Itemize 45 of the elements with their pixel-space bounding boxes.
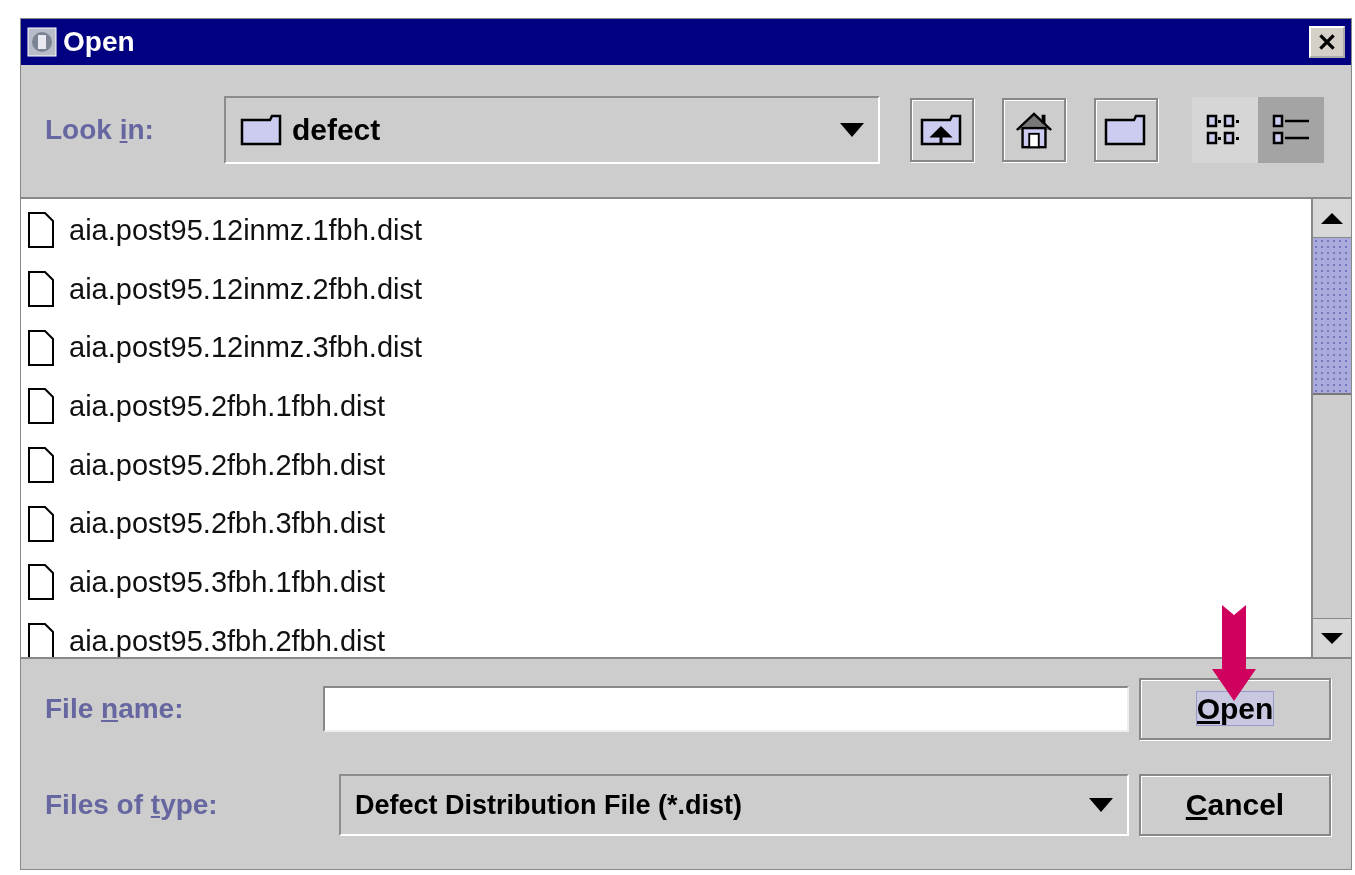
- down-arrow-icon: [1321, 632, 1343, 644]
- close-button[interactable]: [1309, 26, 1345, 58]
- file-name-field[interactable]: [323, 686, 1129, 732]
- file-item[interactable]: aia.post95.2fbh.1fbh.dist: [69, 391, 385, 421]
- app-icon: [27, 27, 57, 57]
- scroll-thumb[interactable]: [1313, 238, 1351, 395]
- scroll-down-button[interactable]: [1313, 618, 1351, 657]
- file-name-label: File name:: [45, 693, 185, 725]
- new-folder-button[interactable]: [1093, 98, 1158, 162]
- file-item[interactable]: aia.post95.2fbh.2fbh.dist: [69, 450, 385, 480]
- up-folder-button[interactable]: [909, 98, 974, 162]
- document-icon: [27, 270, 55, 309]
- file-item[interactable]: aia.post95.12inmz.3fbh.dist: [69, 333, 423, 363]
- caret-icon: [1089, 798, 1113, 812]
- folder-up-arrow-icon: [919, 112, 964, 148]
- file-item[interactable]: aia.post95.3fbh.2fbh.dist: [69, 626, 385, 656]
- file-type-value: Defect Distribution File (*.dist): [355, 789, 743, 821]
- look-in-dropdown[interactable]: defect: [223, 96, 880, 164]
- vertical-scrollbar[interactable]: [1311, 199, 1351, 657]
- document-icon: [27, 328, 55, 367]
- details-view-button[interactable]: [1257, 97, 1324, 163]
- home-button[interactable]: [1001, 98, 1066, 162]
- scroll-up-button[interactable]: [1313, 199, 1351, 238]
- file-item[interactable]: aia.post95.3fbh.1fbh.dist: [69, 567, 385, 597]
- look-in-value: defect: [291, 113, 381, 147]
- file-item[interactable]: aia.post95.12inmz.2fbh.dist: [69, 274, 423, 304]
- files-of-type-dropdown[interactable]: Defect Distribution File (*.dist): [339, 774, 1129, 836]
- file-item[interactable]: aia.post95.2fbh.3fbh.dist: [69, 509, 385, 539]
- window-title: Open: [63, 26, 135, 58]
- file-item[interactable]: aia.post95.12inmz.1fbh.dist: [69, 215, 423, 245]
- look-in-label: Look in:: [45, 114, 154, 146]
- document-icon: [27, 504, 55, 543]
- up-arrow-icon: [1321, 212, 1343, 224]
- folder-icon: [239, 114, 284, 146]
- open-button[interactable]: Open: [1139, 678, 1331, 740]
- document-icon: [27, 446, 55, 485]
- document-icon: [27, 211, 55, 250]
- list-view-button[interactable]: [1191, 97, 1258, 163]
- folder-icon: [1103, 112, 1148, 148]
- files-of-type-label: Files of type:: [45, 789, 219, 821]
- document-icon: [27, 563, 55, 602]
- caret-icon: [839, 123, 864, 137]
- cancel-button[interactable]: Cancel: [1139, 774, 1331, 836]
- close-icon: [1316, 31, 1338, 53]
- document-icon: [27, 387, 55, 426]
